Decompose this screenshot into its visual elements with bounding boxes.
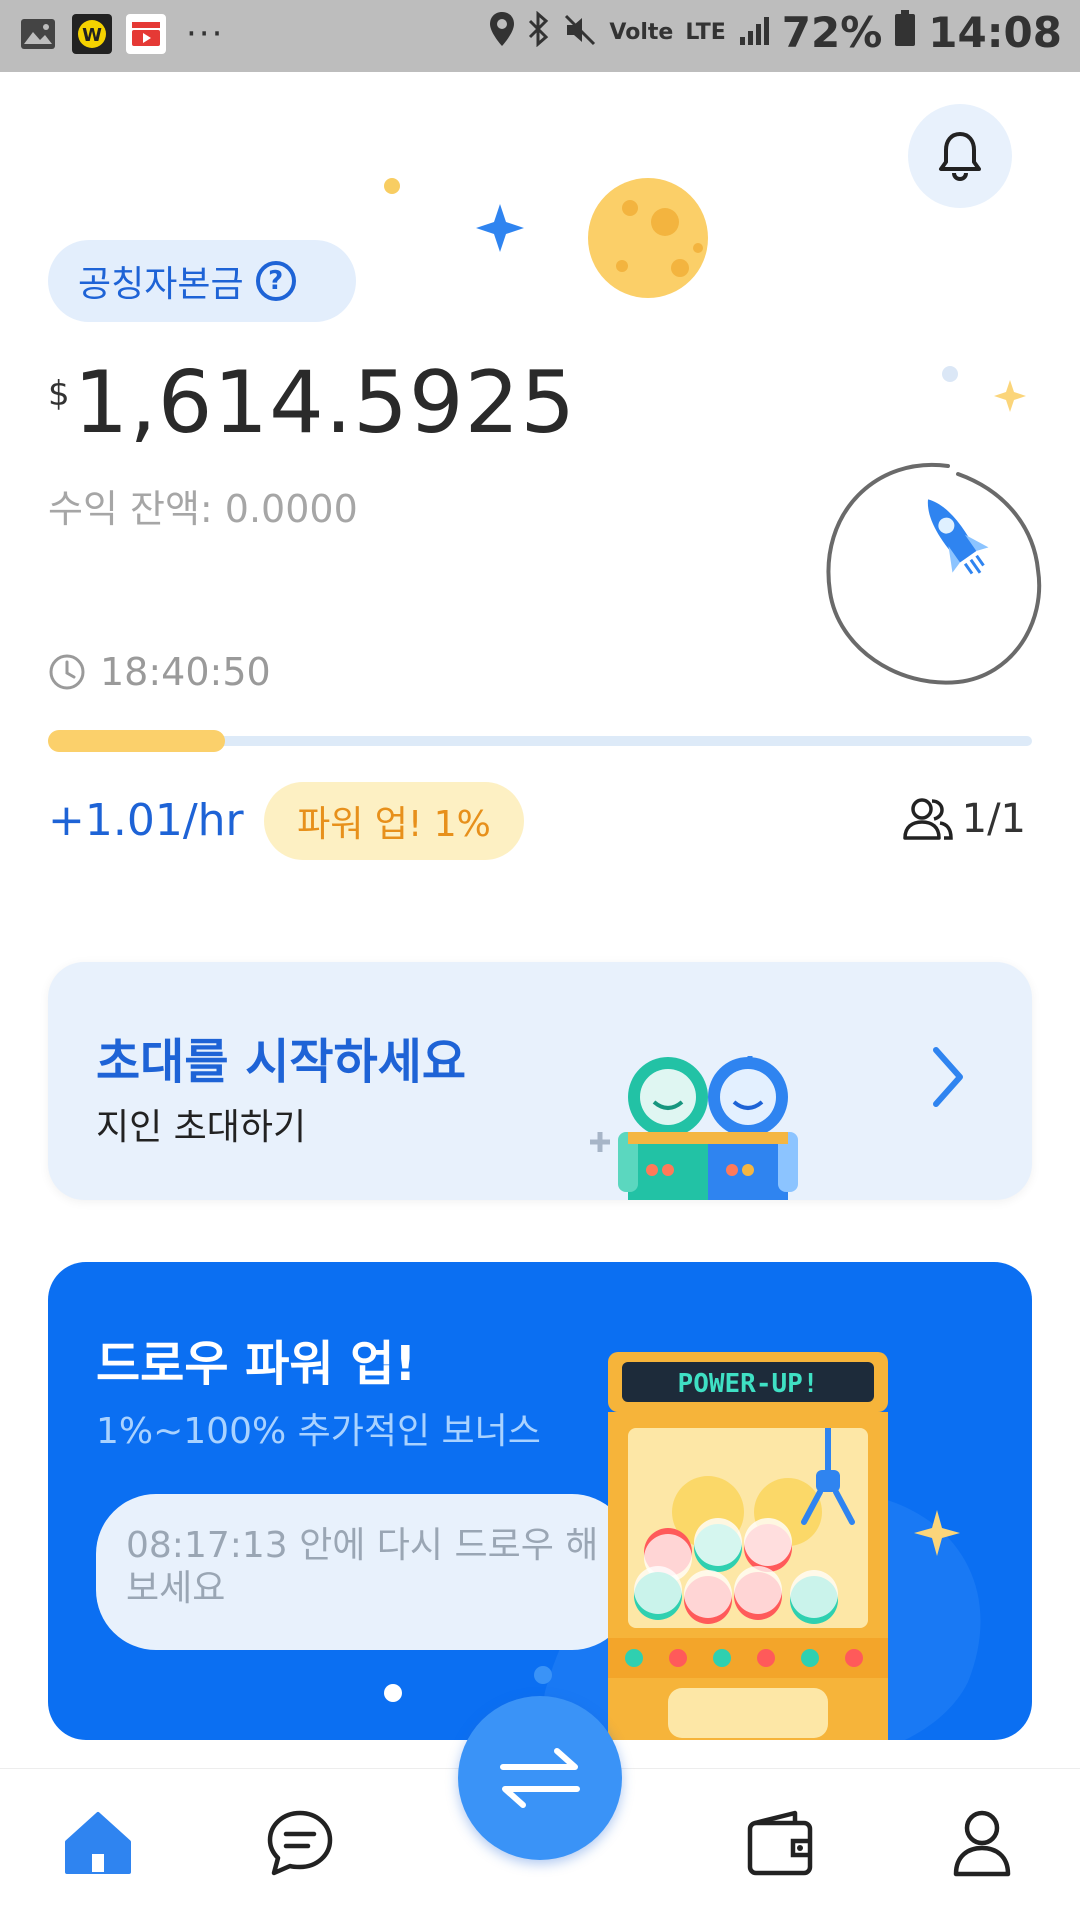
users-icon (902, 798, 953, 840)
chip-label: 공칭자본금 (78, 264, 244, 305)
battery-percent: 72% (781, 8, 883, 57)
sparkle-icon (914, 1510, 960, 1556)
machine-sign: POWER-UP! (678, 1369, 819, 1399)
clock-time: 14:08 (928, 8, 1062, 57)
banner-subtitle: 1%~100% 추가적인 보너스 (96, 1411, 541, 1452)
help-icon[interactable]: ? (255, 261, 296, 301)
nav-chat[interactable] (252, 1795, 348, 1891)
rocket-icon (927, 499, 989, 575)
more-notifications-icon: ··· (186, 14, 225, 54)
battery-icon (894, 8, 916, 57)
draw-power-up-banner[interactable]: 드로우 파워 업! 1%~100% 추가적인 보너스 08:17:13 안에 다… (48, 1262, 1032, 1740)
rocket-boost-button[interactable] (808, 452, 1048, 692)
invite-title: 초대를 시작하세요 (96, 1034, 466, 1090)
video-app-icon (126, 14, 166, 54)
notification-button[interactable] (908, 104, 1012, 208)
mining-rate: +1.01/hr (48, 795, 244, 846)
astronauts-illustration (590, 1056, 798, 1200)
clock-icon (49, 654, 85, 690)
income-balance: 수익 잔액: 0.0000 (48, 487, 358, 531)
svg-text:W: W (82, 25, 102, 46)
location-icon (489, 8, 515, 57)
invite-subtitle: 지인 초대하기 (96, 1107, 307, 1148)
team-members[interactable]: 1/1 (902, 796, 1026, 842)
members-count: 1/1 (961, 796, 1026, 842)
invite-card[interactable]: 초대를 시작하세요 지인 초대하기 (48, 962, 1032, 1200)
nav-profile[interactable] (934, 1795, 1030, 1891)
swap-button[interactable] (458, 1696, 622, 1860)
timer-value: 18:40:50 (100, 650, 271, 694)
app-w-icon: W (72, 14, 112, 54)
carousel-dot[interactable] (534, 1666, 552, 1684)
claw-machine-illustration: POWER-UP! (608, 1352, 888, 1740)
wallet-icon (747, 1810, 813, 1876)
capital-amount: 1,614.5925 (73, 353, 577, 453)
draw-countdown: 08:17:13 안에 다시 드로우 해 보세요 (96, 1494, 632, 1650)
gallery-icon (18, 14, 58, 54)
star-decoration (942, 366, 1026, 412)
mining-timer: 18:40:50 (48, 650, 271, 694)
profile-icon (953, 1810, 1011, 1877)
home-icon (65, 1812, 131, 1874)
nav-wallet[interactable] (732, 1795, 828, 1891)
nominal-capital-chip[interactable]: 공칭자본금 ? (48, 240, 356, 322)
bell-icon (939, 132, 981, 182)
lte-label: LTE (685, 20, 726, 45)
nav-home[interactable] (50, 1795, 146, 1891)
chat-icon (267, 1810, 333, 1876)
swap-arrows-icon (500, 1748, 580, 1808)
carousel-dot-active[interactable] (384, 1684, 402, 1702)
chevron-right-icon (933, 1047, 963, 1107)
capital-balance: $ 1,614.5925 (48, 360, 576, 446)
currency-symbol: $ (48, 374, 70, 414)
power-up-badge[interactable]: 파워 업! 1% (264, 782, 524, 860)
signal-icon (738, 8, 770, 57)
mute-icon (563, 8, 597, 57)
progress-fill (48, 730, 226, 752)
space-decoration (384, 178, 708, 298)
volte-label: Volte (609, 20, 674, 45)
status-bar: W ··· Volte LTE 72% 14:08 (0, 0, 1080, 72)
banner-title: 드로우 파워 업! (96, 1336, 417, 1392)
bluetooth-icon (527, 8, 551, 57)
mining-progress-bar (48, 730, 1032, 752)
